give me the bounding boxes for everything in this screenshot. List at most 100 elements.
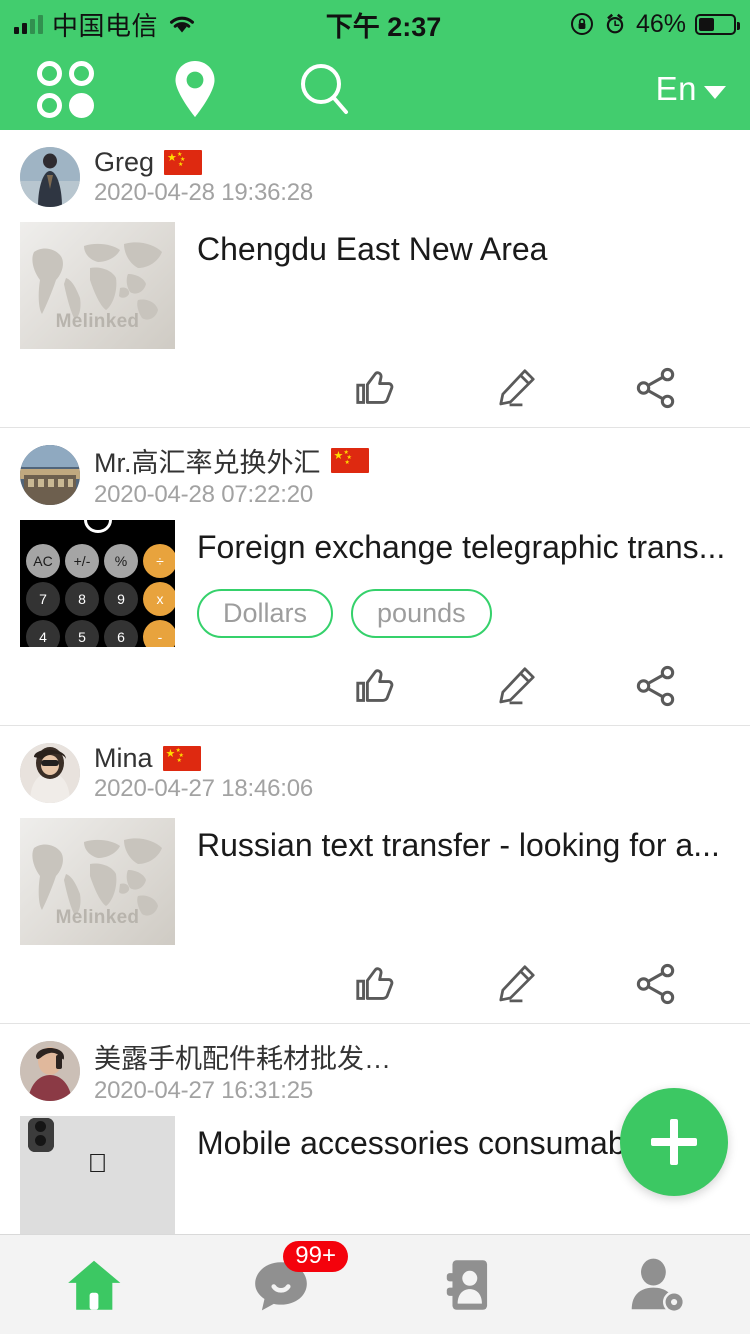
camera-module-icon bbox=[28, 1118, 54, 1152]
like-icon bbox=[356, 967, 394, 1000]
app-root: 中国电信 下午 2:37 46% En Greg ★ ★ ★ ★ 2020-04… bbox=[0, 0, 750, 1334]
avatar[interactable] bbox=[20, 147, 80, 207]
tab-profile[interactable] bbox=[563, 1235, 750, 1334]
calc-key-percent: % bbox=[104, 544, 138, 578]
post-header: Mr.高汇率兑换外汇 ★ ★ ★ ★ 2020-04-28 07:22:20 bbox=[20, 442, 730, 508]
tab-contacts[interactable] bbox=[375, 1235, 563, 1334]
status-bar-right: 46% bbox=[570, 9, 740, 39]
post-thumbnail[interactable]: Melinked bbox=[20, 222, 175, 349]
post-author: Mina bbox=[94, 743, 153, 773]
post-tag[interactable]: Dollars bbox=[197, 589, 334, 639]
post-title[interactable]: Chengdu East New Area bbox=[197, 230, 730, 269]
calc-key-8: 8 bbox=[65, 582, 99, 616]
world-map-placeholder-image: Melinked bbox=[20, 818, 175, 945]
calculator-display-notch bbox=[83, 520, 112, 533]
avatar[interactable] bbox=[20, 743, 80, 803]
create-post-fab[interactable] bbox=[620, 1088, 728, 1196]
chevron-down-icon bbox=[704, 85, 726, 99]
plus-icon bbox=[647, 1115, 701, 1169]
post-header: 美露手机配件耗材批发… 2020-04-27 16:31:25 bbox=[20, 1038, 730, 1104]
calc-key-9: 9 bbox=[104, 582, 138, 616]
carrier-label: 中国电信 bbox=[52, 10, 159, 41]
calc-key-5: 5 bbox=[65, 620, 99, 647]
post-content: Russian text transfer - looking for a... bbox=[197, 818, 730, 945]
post-title[interactable]: Foreign exchange telegraphic trans... bbox=[197, 528, 730, 567]
post-meta: Mina ★ ★ ★ ★ 2020-04-27 18:46:06 bbox=[94, 743, 313, 803]
post-timestamp: 2020-04-27 16:31:25 bbox=[94, 1077, 314, 1104]
like-button[interactable] bbox=[306, 663, 446, 709]
status-bar-left: 中国电信 bbox=[14, 6, 197, 43]
post-meta: Greg ★ ★ ★ ★ 2020-04-28 19:36:28 bbox=[94, 147, 313, 207]
post-author: Greg bbox=[94, 147, 155, 177]
grid-menu-button[interactable] bbox=[0, 48, 130, 130]
post-header: Mina ★ ★ ★ ★ 2020-04-27 18:46:06 bbox=[20, 740, 730, 806]
user-settings-icon bbox=[631, 1258, 686, 1313]
calc-key-7: 7 bbox=[26, 582, 60, 616]
post-actions bbox=[20, 945, 730, 1023]
post-body: Melinked Chengdu East New Area bbox=[20, 210, 730, 349]
post-actions bbox=[20, 349, 730, 427]
home-icon bbox=[67, 1260, 121, 1310]
alarm-icon bbox=[606, 13, 624, 34]
china-flag-icon: ★ ★ ★ ★ bbox=[162, 746, 201, 771]
battery-percent-label: 46% bbox=[635, 9, 686, 38]
language-selector[interactable]: En bbox=[656, 70, 750, 108]
status-bar: 中国电信 下午 2:37 46% bbox=[0, 0, 750, 48]
battery-icon bbox=[695, 13, 740, 35]
calc-key-plusminus: +/- bbox=[65, 544, 99, 578]
search-icon bbox=[301, 64, 348, 114]
china-flag-icon: ★ ★ ★ ★ bbox=[330, 448, 369, 473]
post-item[interactable]: Mr.高汇率兑换外汇 ★ ★ ★ ★ 2020-04-28 07:22:20 AC +… bbox=[0, 428, 750, 726]
post-meta: Mr.高汇率兑换外汇 ★ ★ ★ ★ 2020-04-28 07:22:20 bbox=[94, 441, 369, 509]
grid-icon bbox=[36, 60, 94, 118]
post-thumbnail[interactable]: Melinked bbox=[20, 818, 175, 945]
thumbnail-watermark: Melinked bbox=[55, 311, 140, 332]
share-button[interactable] bbox=[586, 961, 726, 1007]
share-icon bbox=[636, 963, 675, 1005]
like-icon bbox=[356, 371, 394, 404]
post-actions bbox=[20, 647, 730, 725]
post-meta: 美露手机配件耗材批发… 2020-04-27 16:31:25 bbox=[94, 1037, 391, 1105]
edit-button[interactable] bbox=[446, 664, 586, 708]
post-author-row: Greg ★ ★ ★ ★ bbox=[94, 147, 313, 178]
post-tag[interactable]: pounds bbox=[351, 589, 492, 639]
post-author-row: 美露手机配件耗材批发… bbox=[94, 1037, 391, 1076]
post-thumbnail[interactable]: AC +/- % ÷ 7 8 9 x 4 5 6 - bbox=[20, 520, 175, 647]
search-button[interactable] bbox=[260, 48, 390, 130]
post-content: Foreign exchange telegraphic trans... Do… bbox=[197, 520, 730, 647]
calc-key-6: 6 bbox=[104, 620, 138, 647]
post-timestamp: 2020-04-28 19:36:28 bbox=[94, 179, 314, 206]
post-feed[interactable]: Greg ★ ★ ★ ★ 2020-04-28 19:36:28 Melinke… bbox=[0, 130, 750, 1234]
share-icon bbox=[636, 367, 675, 409]
like-icon bbox=[356, 669, 394, 702]
like-button[interactable] bbox=[306, 961, 446, 1007]
status-bar-center: 下午 2:37 bbox=[197, 5, 570, 44]
like-button[interactable] bbox=[306, 365, 446, 411]
post-body: AC +/- % ÷ 7 8 9 x 4 5 6 - Foreign excha… bbox=[20, 508, 730, 647]
share-button[interactable] bbox=[586, 663, 726, 709]
post-author-row: Mr.高汇率兑换外汇 ★ ★ ★ ★ bbox=[94, 441, 369, 480]
post-title[interactable]: Russian text transfer - looking for a... bbox=[197, 826, 730, 865]
language-label: En bbox=[655, 70, 697, 107]
post-timestamp: 2020-04-28 07:22:20 bbox=[94, 481, 314, 508]
share-button[interactable] bbox=[586, 365, 726, 411]
app-header: En bbox=[0, 48, 750, 130]
post-tags: Dollars pounds bbox=[197, 589, 730, 639]
post-author-row: Mina ★ ★ ★ ★ bbox=[94, 743, 313, 774]
avatar[interactable] bbox=[20, 1041, 80, 1101]
post-item[interactable]: Greg ★ ★ ★ ★ 2020-04-28 19:36:28 Melinke… bbox=[0, 130, 750, 428]
location-button[interactable] bbox=[130, 48, 260, 130]
tab-messages[interactable]: 99+ bbox=[188, 1235, 376, 1334]
share-icon bbox=[636, 665, 675, 707]
avatar[interactable] bbox=[20, 445, 80, 505]
clock-label: 下午 2:37 bbox=[325, 11, 442, 42]
post-thumbnail[interactable]:  iPhone  iPhone bbox=[20, 1116, 175, 1234]
post-item[interactable]: Mina ★ ★ ★ ★ 2020-04-27 18:46:06 Melinke… bbox=[0, 726, 750, 1024]
calculator-image: AC +/- % ÷ 7 8 9 x 4 5 6 - bbox=[20, 520, 175, 647]
tab-home[interactable] bbox=[0, 1235, 188, 1334]
post-author: 美露手机配件耗材批发… bbox=[94, 1044, 391, 1074]
calc-key-divide: ÷ bbox=[143, 544, 175, 578]
edit-button[interactable] bbox=[446, 366, 586, 410]
edit-button[interactable] bbox=[446, 962, 586, 1006]
china-flag-icon: ★ ★ ★ ★ bbox=[164, 150, 203, 175]
